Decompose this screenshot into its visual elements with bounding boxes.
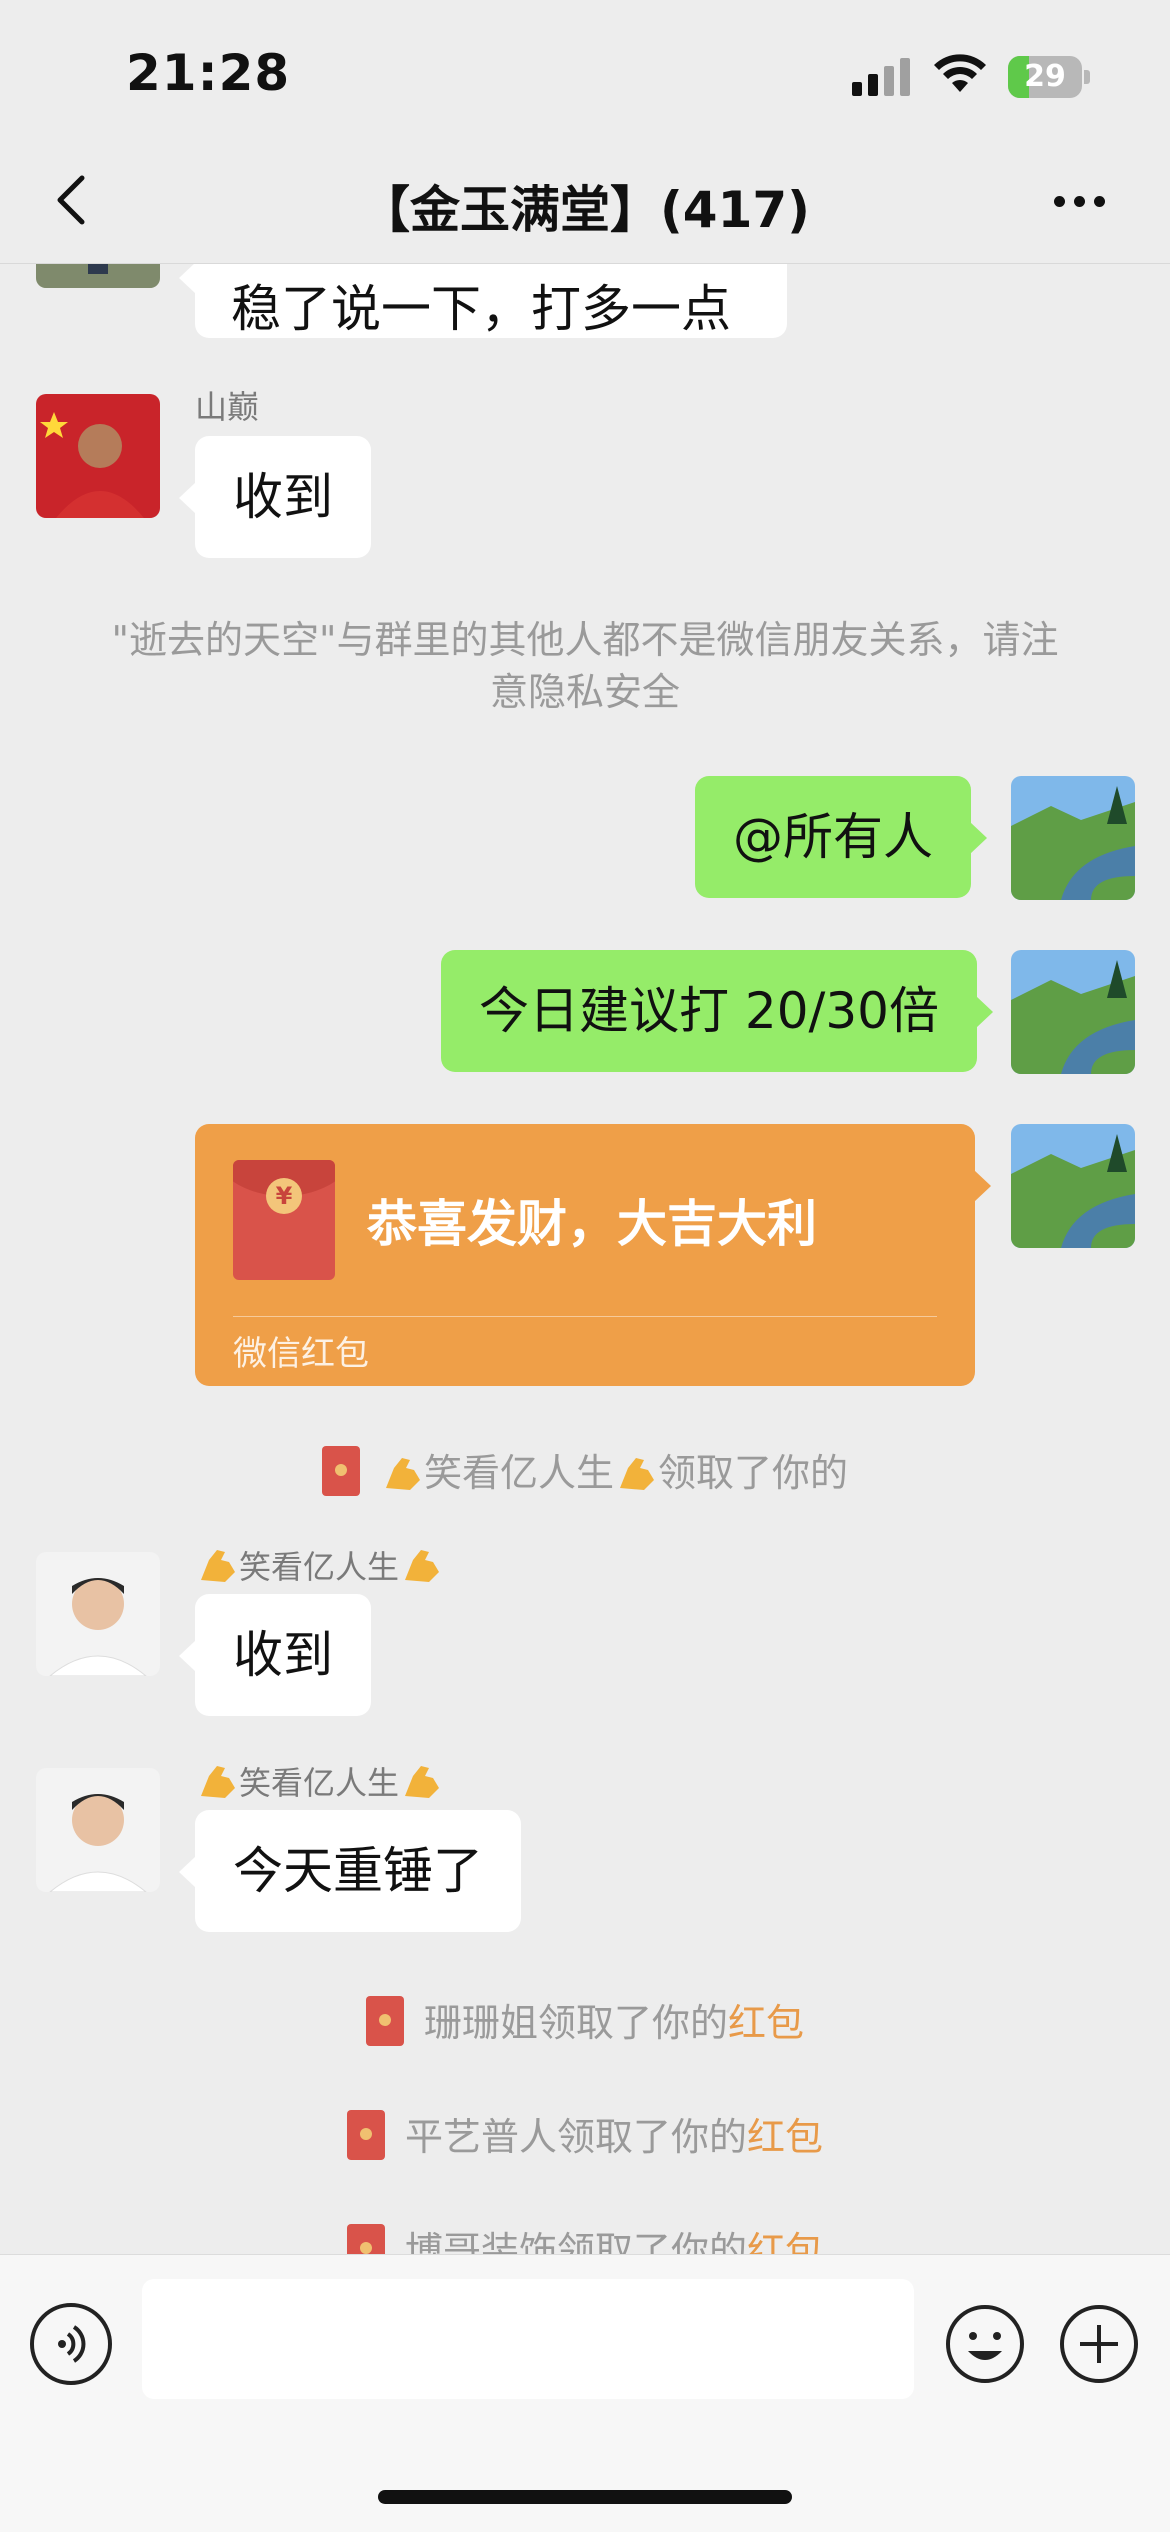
chat-title: 【金玉满堂】(417) (359, 181, 811, 239)
claim-text: 领取了你的 (658, 1451, 849, 1495)
battery-icon: 29 (1008, 56, 1082, 98)
red-packet-link[interactable]: 红包 (747, 2115, 823, 2159)
divider (233, 1316, 937, 1317)
red-packet-icon (321, 1446, 360, 1496)
red-packet-icon (346, 2224, 385, 2254)
message-input[interactable] (142, 2279, 914, 2399)
my-avatar[interactable] (1011, 776, 1135, 900)
message-text: 收到 (233, 1626, 333, 1684)
battery-level: 29 (1024, 59, 1066, 94)
claimer-name: 笑看亿人生 (423, 1451, 614, 1495)
message-text: 今天重锤了 (233, 1842, 483, 1900)
system-notice: 珊珊姐领取了你的红包 (0, 1992, 1170, 2047)
sender-name: 笑看亿人生 (195, 1758, 443, 1804)
voice-icon (58, 2325, 86, 2363)
message-bubble[interactable]: @所有人 (695, 776, 987, 898)
message-text: 今日建议打 20/30倍 (479, 982, 939, 1040)
avatar[interactable] (36, 1552, 160, 1676)
message-bubble[interactable]: 稳了说一下，打多一点 (179, 264, 787, 338)
claimer-name: 珊珊姐 (423, 2001, 538, 2045)
avatar[interactable] (36, 264, 160, 288)
status-bar: 21:28 29 (0, 0, 1170, 150)
status-time: 21:28 (126, 44, 291, 102)
system-notice: "逝去的天空"与群里的其他人都不是微信朋友关系，请注意隐私安全 (111, 618, 1059, 714)
red-packet-icon (365, 1996, 404, 2046)
message-text: 稳了说一下，打多一点 (231, 280, 731, 338)
claim-text: 领取了你的 (537, 2001, 728, 2045)
flexed-biceps-icon (405, 1550, 440, 1582)
wifi-icon (934, 54, 986, 92)
my-avatar[interactable] (1011, 950, 1135, 1074)
claimer-name: 博哥装饰 (404, 2229, 557, 2254)
claimer-name: 平艺普人 (404, 2115, 557, 2159)
red-packet-label: 微信红包 (233, 1334, 369, 1374)
more-options-icon[interactable] (1050, 192, 1110, 212)
red-packet-icon: ¥ (233, 1160, 335, 1280)
avatar[interactable] (36, 1768, 160, 1892)
red-packet-icon (346, 2110, 385, 2160)
message-bubble[interactable]: 今日建议打 20/30倍 (441, 950, 993, 1072)
claim-text: 领取了你的 (556, 2229, 747, 2254)
system-notice: 平艺普人领取了你的红包 (0, 2106, 1170, 2161)
message-text: @所有人 (733, 808, 933, 866)
emoji-icon[interactable] (944, 2303, 1026, 2385)
flexed-biceps-icon (385, 1458, 420, 1490)
system-notice: 笑看亿人生 领取了你的 (0, 1442, 1170, 1497)
red-packet-title: 恭喜发财，大吉大利 (367, 1195, 817, 1253)
home-indicator[interactable] (378, 2490, 792, 2504)
avatar[interactable] (36, 394, 160, 518)
flexed-biceps-icon (405, 1766, 440, 1798)
cellular-signal-icon (852, 58, 912, 96)
message-bubble[interactable]: 收到 (179, 436, 371, 558)
flexed-biceps-icon (620, 1458, 654, 1490)
sender-name-text: 笑看亿人生 (239, 1548, 400, 1586)
my-avatar[interactable] (1011, 1124, 1135, 1248)
sender-name-text: 笑看亿人生 (239, 1764, 400, 1802)
red-packet-link[interactable]: 红包 (747, 2229, 823, 2254)
voice-input-button[interactable] (30, 2303, 112, 2385)
flexed-biceps-icon (201, 1550, 235, 1582)
red-packet-link[interactable]: 红包 (728, 2001, 804, 2045)
message-text: 收到 (233, 468, 333, 526)
chat-message-list[interactable]: 稳了说一下，打多一点 山巅 收到 "逝去的天空"与群里的其他人都不是微信朋友关系… (0, 264, 1170, 2254)
plus-icon[interactable] (1058, 2303, 1140, 2385)
message-bubble[interactable]: 今天重锤了 (179, 1810, 521, 1932)
claim-text: 领取了你的 (556, 2115, 747, 2159)
flexed-biceps-icon (201, 1766, 235, 1798)
sender-name: 山巅 (195, 388, 260, 426)
battery-tip (1084, 70, 1090, 84)
system-notice: 博哥装饰领取了你的红包 (0, 2220, 1170, 2254)
chat-header: 【金玉满堂】(417) (0, 150, 1170, 264)
sender-name: 笑看亿人生 (195, 1542, 443, 1588)
message-bubble[interactable]: 收到 (179, 1594, 371, 1716)
red-packet-card[interactable]: ¥ 恭喜发财，大吉大利 微信红包 (195, 1124, 991, 1386)
